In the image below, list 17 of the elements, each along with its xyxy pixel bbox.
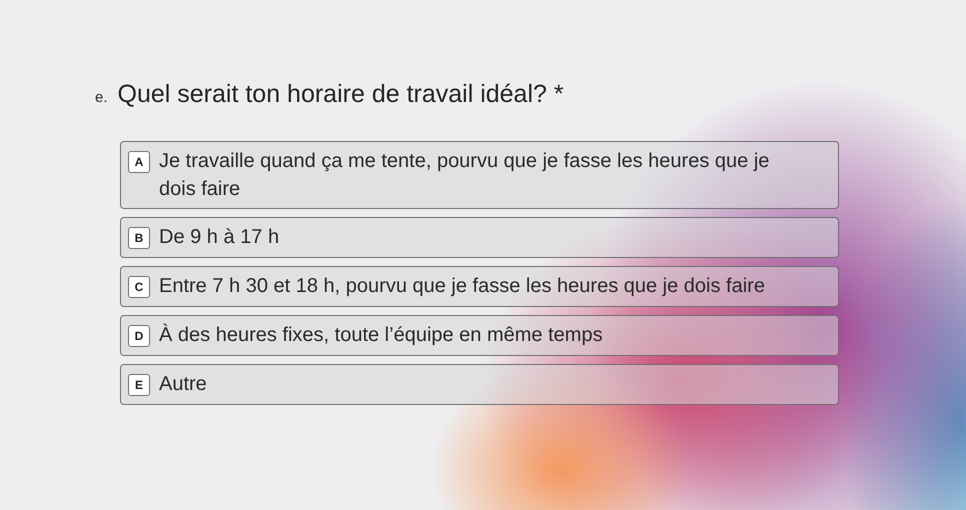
question-number: e. <box>95 89 108 106</box>
key-hint: D <box>128 325 150 347</box>
key-hint: A <box>128 151 150 173</box>
answer-option[interactable]: D À des heures fixes, toute l’équipe en même temps <box>120 315 839 356</box>
option-label: Autre <box>159 372 207 397</box>
question-title: Quel serait ton horaire de travail idéal? * <box>118 80 564 109</box>
key-hint: E <box>128 374 150 396</box>
option-label: De 9 h à 17 h <box>159 225 280 250</box>
answer-option[interactable]: C Entre 7 h 30 et 18 h, pourvu que je fasse les heures que je dois faire <box>120 266 839 307</box>
key-hint: C <box>128 276 150 298</box>
answer-option[interactable]: E Autre <box>120 364 839 405</box>
option-label: Entre 7 h 30 et 18 h, pourvu que je fasse les heures que je dois faire <box>159 274 765 299</box>
answer-option[interactable]: B De 9 h à 17 h <box>120 217 839 258</box>
option-label: Je travaille quand ça me tente, pourvu que je fasse les heures que je dois faire <box>159 149 770 202</box>
key-hint: B <box>128 227 150 249</box>
option-label: À des heures fixes, toute l’équipe en même temps <box>159 322 603 348</box>
answer-option[interactable]: A Je travaille quand ça me tente, pourvu que je fasse les heures que je dois faire <box>120 141 839 209</box>
